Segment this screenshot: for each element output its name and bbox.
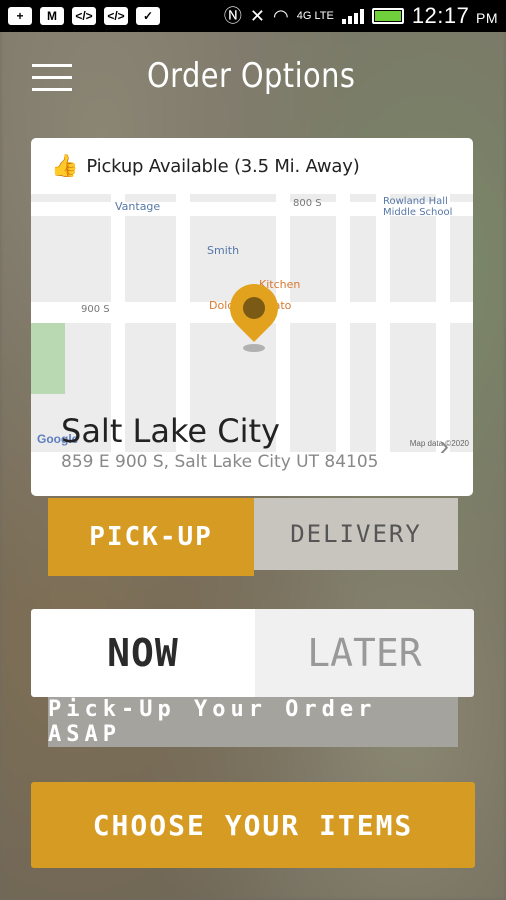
menu-icon[interactable]: [32, 64, 72, 92]
signal-icon: [341, 8, 364, 24]
street-label: 900 S: [81, 304, 110, 315]
choose-items-button[interactable]: CHOOSE YOUR ITEMS: [31, 782, 475, 868]
plus-icon: +: [8, 7, 32, 25]
status-bar: + M </> </> ✓ Ⓝ ✕ ◠ 4G LTE 12:17 PM: [0, 0, 506, 32]
nfc-icon: Ⓝ: [223, 6, 242, 26]
poi-vantage: Vantage: [115, 200, 161, 213]
poi-rowland-hall: Rowland Hall Middle School: [383, 196, 453, 218]
wifi-icon: ◠: [273, 6, 289, 26]
clock: 12:17 PM: [412, 3, 498, 29]
pickup-option[interactable]: PICK-UP: [48, 498, 254, 576]
location-address: 859 E 900 S, Salt Lake City UT 84105: [61, 452, 379, 472]
header: Order Options: [0, 40, 506, 116]
thumbs-up-icon: 👍: [51, 153, 79, 178]
battery-icon: [371, 8, 404, 24]
code-icon: </>: [104, 7, 128, 25]
park-area: [31, 314, 65, 394]
now-option[interactable]: NOW: [31, 609, 255, 697]
location-info[interactable]: Salt Lake City 859 E 900 S, Salt Lake Ci…: [31, 412, 473, 496]
fulfillment-toggle: PICK-UP DELIVERY: [48, 498, 458, 576]
availability-row: 👍 Pickup Available (3.5 Mi. Away): [31, 138, 473, 194]
location-card[interactable]: 👍 Pickup Available (3.5 Mi. Away) Vantag…: [31, 138, 473, 496]
code-icon: </>: [72, 7, 96, 25]
mute-icon: ✕: [249, 6, 265, 26]
poi-smith: Smith: [207, 244, 240, 257]
network-type: 4G LTE: [296, 9, 334, 22]
timing-toggle: NOW LATER: [31, 609, 474, 697]
clock-ampm: PM: [476, 10, 498, 26]
timing-note: Pick-Up Your Order ASAP: [48, 697, 458, 747]
chat-icon: ✓: [136, 7, 160, 25]
pin-dot: [243, 297, 265, 319]
clock-time: 12:17: [411, 3, 470, 28]
street-label: 800 S: [293, 198, 322, 209]
page-title: Order Options: [147, 56, 356, 96]
pin-shadow: [243, 344, 265, 352]
chevron-right-icon[interactable]: ›: [440, 430, 449, 462]
delivery-option[interactable]: DELIVERY: [254, 498, 458, 570]
location-city: Salt Lake City: [61, 412, 280, 450]
later-option[interactable]: LATER: [255, 609, 474, 697]
availability-text: Pickup Available (3.5 Mi. Away): [86, 155, 360, 177]
mail-icon: M: [40, 7, 64, 25]
